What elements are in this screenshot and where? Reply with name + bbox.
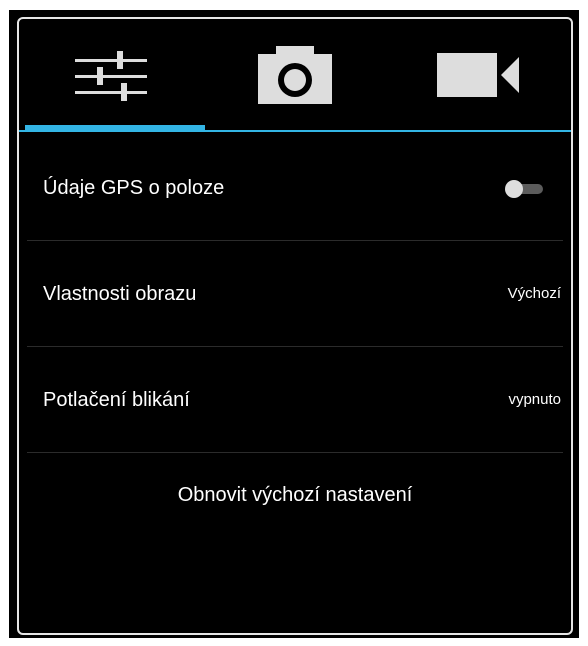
gps-setting-row[interactable]: Údaje GPS o poloze — [27, 135, 563, 241]
anti-flicker-value: vypnuto — [508, 391, 561, 408]
restore-defaults-button[interactable]: Obnovit výchozí nastavení — [27, 445, 563, 545]
image-properties-value: Výchozí — [507, 285, 561, 302]
image-properties-label: Vlastnosti obrazu — [43, 283, 197, 305]
tab-photo[interactable] — [203, 19, 387, 131]
gps-toggle[interactable] — [505, 180, 545, 198]
tab-bar — [19, 19, 571, 132]
image-properties-row[interactable]: Vlastnosti obrazu Výchozí — [27, 241, 563, 347]
gps-setting-label: Údaje GPS o poloze — [43, 177, 225, 199]
sliders-icon — [75, 51, 147, 101]
camera-settings-panel: Údaje GPS o poloze Vlastnosti obrazu Výc… — [17, 17, 573, 635]
video-camera-icon — [437, 53, 519, 97]
tab-video[interactable] — [387, 19, 571, 131]
tab-settings[interactable] — [19, 19, 203, 131]
camera-icon — [258, 46, 332, 104]
toggle-thumb — [505, 180, 523, 198]
tab-selected-indicator — [25, 125, 205, 131]
anti-flicker-label: Potlačení blikání — [43, 389, 190, 411]
anti-flicker-row[interactable]: Potlačení blikání vypnuto — [27, 347, 563, 453]
